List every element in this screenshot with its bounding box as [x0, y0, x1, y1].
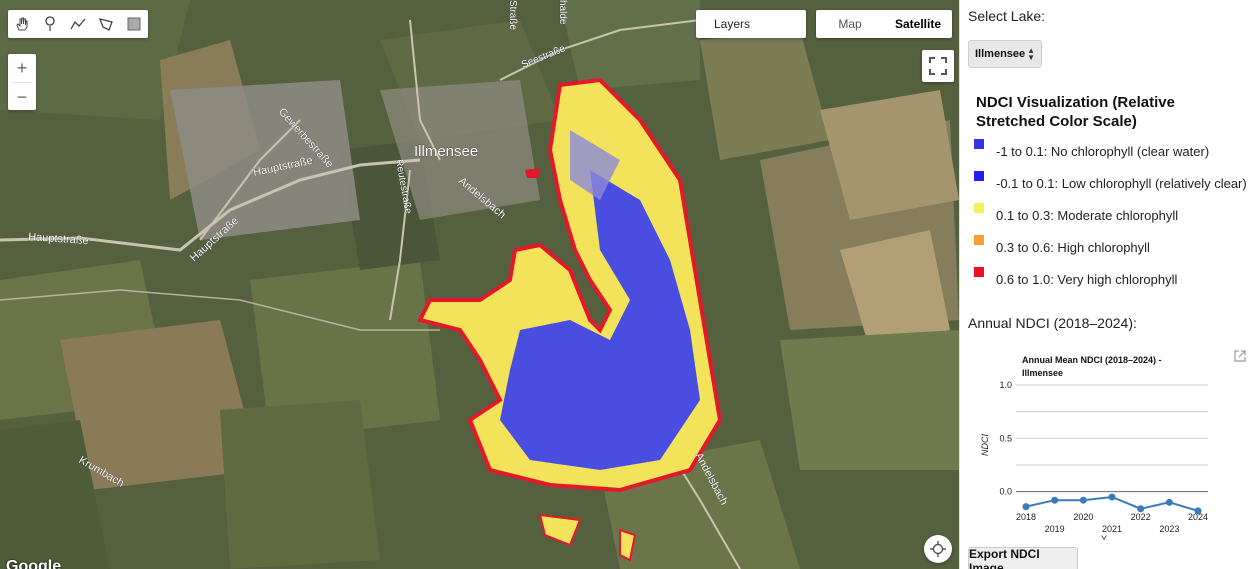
- data-point[interactable]: [1051, 496, 1059, 504]
- google-logo: Google: [6, 558, 62, 569]
- street-label: Straße: [507, 0, 518, 30]
- data-point[interactable]: [1108, 493, 1116, 501]
- map-view[interactable]: Illmensee Gewerbestraße Hauptstraße Haup…: [0, 0, 959, 569]
- legend-swatch: [974, 171, 984, 181]
- legend-swatch: [974, 139, 984, 149]
- rectangle-tool[interactable]: [120, 10, 148, 38]
- legend-label: 0.1 to 0.3: Moderate chlorophyll: [996, 208, 1179, 223]
- legend-swatch: [974, 267, 984, 277]
- legend-swatch: [974, 235, 984, 245]
- annual-ndci-chart: Annual Mean NDCI (2018–2024) - Illmensee…: [980, 355, 1208, 540]
- chart-title: Illmensee: [1022, 368, 1063, 378]
- map-type-satellite-button[interactable]: Satellite: [884, 10, 952, 38]
- street-label: halde: [557, 0, 568, 25]
- legend-label: -0.1 to 0.1: Low chlorophyll (relatively…: [996, 176, 1247, 191]
- fullscreen-icon: [929, 57, 947, 75]
- hand-icon: [16, 17, 28, 31]
- hand-tool[interactable]: [8, 10, 36, 38]
- y-tick-label: 0.5: [999, 433, 1012, 443]
- export-label: Export NDCI Image: [969, 547, 1040, 569]
- y-tick-label: 1.0: [999, 380, 1012, 390]
- x-tick-label: 2021: [1102, 524, 1122, 534]
- x-axis-label: Y: [1101, 534, 1107, 540]
- legend-label: -1 to 0.1: No chlorophyll (clear water): [996, 144, 1210, 159]
- x-tick-label: 2018: [1016, 512, 1036, 522]
- layers-label: Layers: [714, 17, 751, 31]
- legend-swatch: [974, 203, 984, 213]
- legend-label: 0.6 to 1.0: Very high chlorophyll: [996, 272, 1178, 287]
- x-tick-label: 2023: [1159, 524, 1179, 534]
- lake-select-value: Illmensee: [975, 48, 1026, 60]
- crosshair-icon: [930, 541, 946, 557]
- data-point[interactable]: [1194, 507, 1202, 515]
- zoom-in-button[interactable]: +: [8, 54, 36, 82]
- fullscreen-button[interactable]: [922, 50, 954, 82]
- data-point[interactable]: [1079, 496, 1087, 504]
- data-point[interactable]: [1137, 505, 1145, 513]
- select-lake-label: Select Lake:: [968, 8, 1046, 24]
- side-panel: Select Lake: Illmensee ▲ ▼ NDCI Visualiza…: [959, 0, 1259, 569]
- x-tick-label: 2022: [1131, 512, 1151, 522]
- lake-select[interactable]: Illmensee ▲ ▼: [968, 40, 1042, 68]
- polygon-tool[interactable]: [92, 10, 120, 38]
- polyline-icon: [70, 18, 86, 30]
- y-axis-label: NDCI: [980, 434, 990, 456]
- map-type-control: Map Satellite: [816, 10, 952, 38]
- y-tick-label: 0.0: [999, 487, 1012, 497]
- chart-title: Annual Mean NDCI (2018–2024) -: [1022, 355, 1162, 365]
- export-ndci-button[interactable]: Export NDCI Image: [968, 547, 1078, 569]
- zoom-out-button[interactable]: −: [8, 83, 36, 111]
- data-point[interactable]: [1022, 503, 1030, 511]
- rectangle-icon: [127, 17, 141, 31]
- legend-title: NDCI Visualization (Relative Stretched C…: [976, 94, 1175, 130]
- select-arrows-icon: ▲ ▼: [1027, 46, 1035, 62]
- x-tick-label: 2019: [1045, 524, 1065, 534]
- drawing-toolbar: [8, 10, 148, 38]
- x-tick-label: 2020: [1073, 512, 1093, 522]
- annual-ndci-label: Annual NDCI (2018–2024):: [968, 315, 1137, 331]
- legend-label: 0.3 to 0.6: High chlorophyll: [996, 240, 1150, 255]
- point-tool[interactable]: [36, 10, 64, 38]
- town-label: Illmensee: [414, 143, 478, 160]
- layers-button[interactable]: Layers: [696, 10, 806, 38]
- recenter-button[interactable]: [924, 535, 952, 563]
- satellite-imagery: Illmensee Gewerbestraße Hauptstraße Haup…: [0, 0, 959, 569]
- zoom-control: + −: [8, 54, 36, 110]
- line-tool[interactable]: [64, 10, 92, 38]
- data-point[interactable]: [1165, 498, 1173, 506]
- map-type-map-button[interactable]: Map: [816, 10, 884, 38]
- polygon-icon: [98, 18, 113, 31]
- pin-icon: [45, 16, 55, 31]
